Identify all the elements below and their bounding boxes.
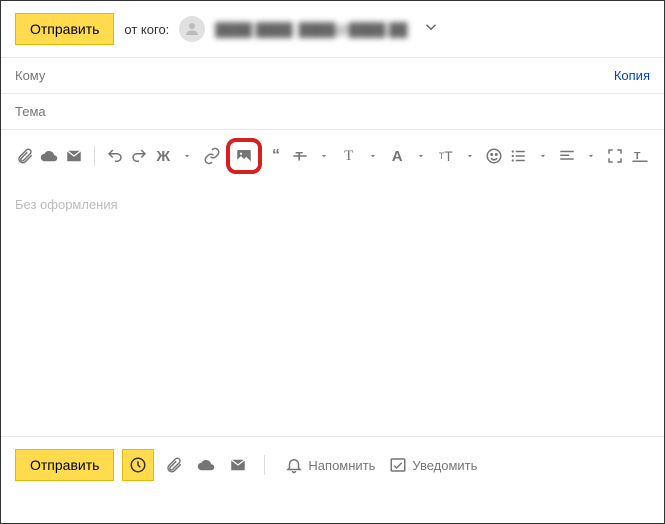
svg-text:T: T	[634, 150, 641, 162]
strike-icon[interactable]: T	[290, 144, 310, 168]
clear-format-icon[interactable]: T	[630, 144, 650, 168]
to-field-row: Копия	[1, 57, 664, 93]
subject-field-row	[1, 93, 664, 129]
cc-link[interactable]: Копия	[614, 68, 650, 83]
format-toolbar: Ж “ T T A TT T	[1, 129, 664, 182]
cloud-icon[interactable]	[39, 144, 59, 168]
remind-label: Напомнить	[308, 458, 375, 473]
send-button[interactable]: Отправить	[15, 13, 114, 45]
list-icon[interactable]	[508, 144, 528, 168]
from-identity[interactable]: ████ ████ ████@████.██	[215, 22, 407, 37]
dropdown-icon[interactable]	[581, 144, 601, 168]
avatar[interactable]	[179, 16, 205, 42]
redo-icon[interactable]	[129, 144, 149, 168]
attach-icon[interactable]	[15, 144, 35, 168]
body-placeholder: Без оформления	[15, 197, 118, 212]
dropdown-icon[interactable]	[411, 144, 431, 168]
dropdown-icon[interactable]	[533, 144, 553, 168]
font-color-icon[interactable]: A	[387, 144, 407, 168]
from-label: от кого:	[124, 22, 169, 37]
undo-icon[interactable]	[105, 144, 125, 168]
dropdown-icon[interactable]	[177, 144, 197, 168]
bold-button[interactable]: Ж	[153, 144, 173, 168]
chevron-down-icon[interactable]	[422, 18, 440, 41]
dropdown-icon[interactable]	[460, 144, 480, 168]
dropdown-icon[interactable]	[363, 144, 383, 168]
compose-header: Отправить от кого: ████ ████ ████@████.█…	[1, 1, 664, 57]
font-family-icon[interactable]: T	[339, 144, 359, 168]
mail-icon[interactable]	[226, 453, 250, 477]
notify-label: Уведомить	[412, 458, 477, 473]
font-size-icon[interactable]: TT	[436, 144, 456, 168]
fullscreen-icon[interactable]	[605, 144, 625, 168]
to-input[interactable]	[15, 68, 614, 83]
emoji-icon[interactable]	[484, 144, 504, 168]
separator	[94, 146, 95, 166]
from-email: ████@████.██	[299, 22, 408, 37]
align-icon[interactable]	[557, 144, 577, 168]
message-body[interactable]: Без оформления	[1, 182, 664, 402]
attach-icon[interactable]	[162, 453, 186, 477]
subject-input[interactable]	[15, 104, 650, 119]
separator	[264, 455, 265, 475]
send-button-footer[interactable]: Отправить	[15, 449, 114, 481]
mail-icon[interactable]	[64, 144, 84, 168]
link-icon[interactable]	[202, 144, 222, 168]
notify-link[interactable]: Уведомить	[389, 456, 477, 474]
image-button-highlight	[226, 138, 262, 174]
quote-icon[interactable]: “	[266, 144, 286, 168]
image-icon[interactable]	[232, 144, 256, 168]
schedule-button[interactable]	[122, 449, 154, 481]
remind-link[interactable]: Напомнить	[285, 456, 375, 474]
cloud-icon[interactable]	[194, 453, 218, 477]
from-name: ████ ████	[215, 22, 292, 37]
compose-footer: Отправить Напомнить Уведомить	[1, 436, 664, 493]
dropdown-icon[interactable]	[314, 144, 334, 168]
